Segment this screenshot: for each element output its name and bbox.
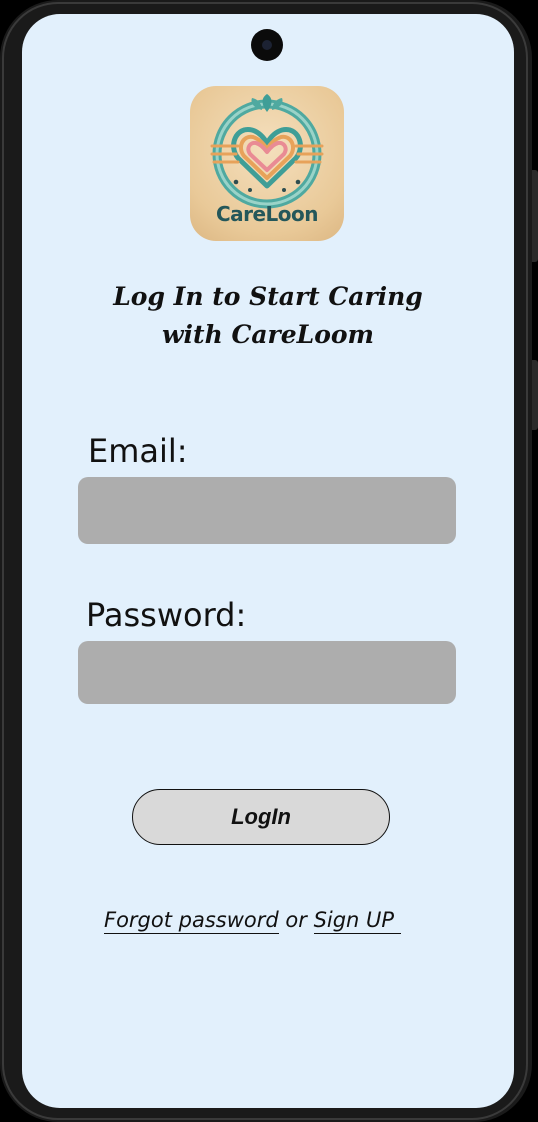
login-button[interactable]: LogIn <box>132 789 390 845</box>
email-label: Email: <box>88 432 188 470</box>
auth-links: Forgot password or Sign UP <box>104 908 401 934</box>
page-title-line-2: with CareLoom <box>162 320 374 349</box>
page-title-line-1: Log In to Start Caring <box>113 282 423 311</box>
side-button-power <box>532 170 538 262</box>
app-screen: CareLoon Log In to Start Caring with Car… <box>22 14 514 1108</box>
careloom-logo: CareLoon <box>190 86 344 241</box>
or-separator: or <box>278 908 314 932</box>
page-title: Log In to Start Caring with CareLoom <box>82 278 454 354</box>
phone-frame: CareLoon Log In to Start Caring with Car… <box>0 0 538 1122</box>
password-field[interactable] <box>78 641 456 704</box>
side-button-volume <box>532 360 538 430</box>
forgot-password-link[interactable]: Forgot password <box>104 908 279 934</box>
sign-up-link[interactable]: Sign UP <box>313 908 401 934</box>
logo-wordmark: CareLoon <box>215 202 319 226</box>
password-label: Password: <box>86 596 247 634</box>
front-camera <box>251 29 283 61</box>
email-field[interactable] <box>78 477 456 544</box>
